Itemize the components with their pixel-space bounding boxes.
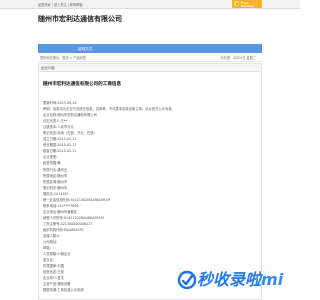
member-badge-line2: 免费会员 <box>241 7 254 12</box>
article-title: 随州市宏利达通信有限公司的工商信息 <box>43 82 122 87</box>
breadcrumb: 您的地位置为：首页 > 产品问答 今天是：4月24日 星期二 <box>38 54 262 62</box>
watermark-brand-suffix: mi <box>261 270 284 289</box>
info-list: 更新时间:2023-08-18 声明：信息均为企业行业提交信息，供参考，不代表本… <box>43 101 233 295</box>
breadcrumb-path: 您的地位置为：首页 > 产品问答 <box>40 56 87 60</box>
panel-title: 企业介绍 <box>41 66 55 70</box>
content-panel: 企业介绍 随州市宏利达通信有限公司的工商信息 更新时间:2023-08-18 声… <box>38 63 262 300</box>
current-date: 今天是：4月24日 星期二 <box>220 56 256 60</box>
top-bar: 加盟商家 | 进入关注 | 获得邮箱 Free Member 免费会员 <box>0 0 300 11</box>
nav-bar: 留观方式 <box>38 44 262 53</box>
star-icon <box>234 1 239 6</box>
panel-header: 企业介绍 <box>39 64 261 72</box>
nav-item-contact[interactable]: 留观方式 <box>78 47 92 51</box>
member-badge-label: Free Member 免费会员 <box>241 1 262 12</box>
watermark-brand-text: 秒收录啦 <box>197 270 262 289</box>
watermark-brand: 秒收录啦mi <box>197 270 283 290</box>
top-links[interactable]: 加盟商家 | 进入关注 | 获得邮箱 <box>38 3 82 7</box>
company-name-header: 随州市宏利达通信有限公司 <box>38 15 122 23</box>
free-member-badge[interactable]: Free Member 免费会员 <box>232 0 262 11</box>
watermark-logo-icon <box>177 270 197 290</box>
